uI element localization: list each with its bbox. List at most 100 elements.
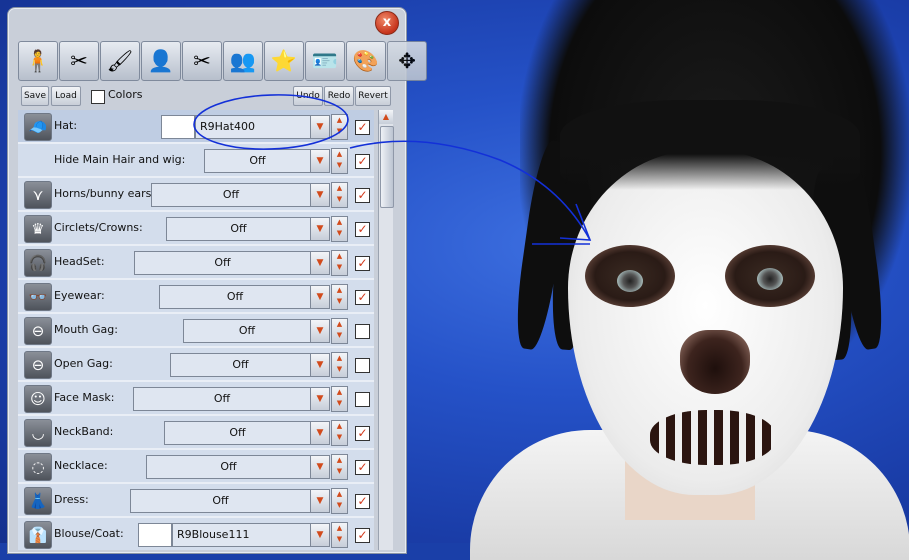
value-stepper[interactable]: ▲ ▼: [331, 318, 348, 344]
accessory-dropdown[interactable]: Off: [164, 421, 311, 445]
redo-button[interactable]: Redo: [324, 86, 354, 106]
accessory-dropdown[interactable]: Off: [146, 455, 311, 479]
makeup-brush-icon[interactable]: 🖌: [100, 41, 140, 81]
body-parts-icon[interactable]: 🧍: [18, 41, 58, 81]
value-stepper[interactable]: ▲ ▼: [331, 216, 348, 242]
stepper-down-icon[interactable]: ▼: [332, 296, 347, 307]
value-stepper[interactable]: ▲ ▼: [331, 182, 348, 208]
value-stepper[interactable]: ▲ ▼: [331, 488, 348, 514]
stepper-down-icon[interactable]: ▼: [332, 194, 347, 205]
stepper-up-icon[interactable]: ▲: [332, 319, 347, 330]
stepper-down-icon[interactable]: ▼: [332, 228, 347, 239]
accessory-dropdown[interactable]: Off: [166, 217, 311, 241]
face-shape-icon[interactable]: 👤: [141, 41, 181, 81]
accessory-dropdown[interactable]: Off: [183, 319, 311, 343]
enable-checkbox[interactable]: ✓: [355, 460, 370, 475]
enable-checkbox[interactable]: ✓: [355, 426, 370, 441]
stepper-up-icon[interactable]: ▲: [332, 217, 347, 228]
stepper-up-icon[interactable]: ▲: [332, 353, 347, 364]
dropdown-arrow-icon[interactable]: ▼: [310, 523, 330, 547]
stepper-down-icon[interactable]: ▼: [332, 466, 347, 477]
stepper-up-icon[interactable]: ▲: [332, 115, 347, 126]
value-stepper[interactable]: ▲ ▼: [331, 352, 348, 378]
list-scrollbar[interactable]: ▲: [378, 110, 394, 550]
scroll-up-arrow[interactable]: ▲: [379, 110, 393, 124]
stepper-down-icon[interactable]: ▼: [332, 160, 347, 171]
enable-checkbox[interactable]: ✓: [355, 222, 370, 237]
stepper-up-icon[interactable]: ▲: [332, 523, 347, 534]
accessory-dropdown[interactable]: Off: [204, 149, 311, 173]
save-button[interactable]: Save: [21, 86, 49, 106]
value-stepper[interactable]: ▲ ▼: [331, 420, 348, 446]
stepper-down-icon[interactable]: ▼: [332, 500, 347, 511]
value-stepper[interactable]: ▲ ▼: [331, 454, 348, 480]
enable-checkbox[interactable]: ✓: [355, 188, 370, 203]
stepper-down-icon[interactable]: ▼: [332, 398, 347, 409]
dropdown-arrow-icon[interactable]: ▼: [310, 387, 330, 411]
accessory-dropdown[interactable]: Off: [151, 183, 311, 207]
value-stepper[interactable]: ▲ ▼: [331, 114, 348, 140]
enable-checkbox[interactable]: ✓: [355, 256, 370, 271]
avatar-mouth: [650, 410, 775, 465]
stepper-down-icon[interactable]: ▼: [332, 330, 347, 341]
value-stepper[interactable]: ▲ ▼: [331, 250, 348, 276]
accessory-dropdown[interactable]: R9Blouse111: [172, 523, 315, 547]
scroll-thumb[interactable]: [380, 126, 394, 208]
dropdown-arrow-icon[interactable]: ▼: [310, 285, 330, 309]
colors-checkbox[interactable]: [91, 90, 105, 104]
stepper-up-icon[interactable]: ▲: [332, 489, 347, 500]
enable-checkbox[interactable]: [355, 358, 370, 373]
value-stepper[interactable]: ▲ ▼: [331, 284, 348, 310]
favorite-heads-icon[interactable]: ⭐: [264, 41, 304, 81]
move-arrows-icon[interactable]: ✥: [387, 41, 427, 81]
tools-icon[interactable]: ✂: [182, 41, 222, 81]
load-button[interactable]: Load: [51, 86, 81, 106]
hair-icon[interactable]: ✂: [59, 41, 99, 81]
stepper-down-icon[interactable]: ▼: [332, 534, 347, 545]
value-stepper[interactable]: ▲ ▼: [331, 386, 348, 412]
stepper-down-icon[interactable]: ▼: [332, 126, 347, 137]
enable-checkbox[interactable]: ✓: [355, 494, 370, 509]
dropdown-arrow-icon[interactable]: ▼: [310, 353, 330, 377]
enable-checkbox[interactable]: [355, 324, 370, 339]
accessory-dropdown[interactable]: R9Hat400: [195, 115, 315, 139]
dropdown-arrow-icon[interactable]: ▼: [310, 319, 330, 343]
accessory-label: Horns/bunny ears:: [54, 187, 156, 200]
dropdown-arrow-icon[interactable]: ▼: [310, 217, 330, 241]
enable-checkbox[interactable]: ✓: [355, 120, 370, 135]
stepper-up-icon[interactable]: ▲: [332, 149, 347, 160]
dropdown-arrow-icon[interactable]: ▼: [310, 455, 330, 479]
dropdown-arrow-icon[interactable]: ▼: [310, 183, 330, 207]
close-button[interactable]: x: [375, 11, 399, 35]
enable-checkbox[interactable]: ✓: [355, 154, 370, 169]
id-card-icon[interactable]: 🪪: [305, 41, 345, 81]
enable-checkbox[interactable]: ✓: [355, 290, 370, 305]
accessory-dropdown[interactable]: Off: [170, 353, 311, 377]
stepper-up-icon[interactable]: ▲: [332, 251, 347, 262]
enable-checkbox[interactable]: [355, 392, 370, 407]
stepper-up-icon[interactable]: ▲: [332, 285, 347, 296]
dropdown-arrow-icon[interactable]: ▼: [310, 489, 330, 513]
stepper-down-icon[interactable]: ▼: [332, 262, 347, 273]
color-palette-icon[interactable]: 🎨: [346, 41, 386, 81]
value-stepper[interactable]: ▲ ▼: [331, 148, 348, 174]
accessory-dropdown[interactable]: Off: [130, 489, 311, 513]
stepper-up-icon[interactable]: ▲: [332, 455, 347, 466]
revert-button[interactable]: Revert: [355, 86, 391, 106]
dropdown-arrow-icon[interactable]: ▼: [310, 251, 330, 275]
stepper-down-icon[interactable]: ▼: [332, 432, 347, 443]
value-stepper[interactable]: ▲ ▼: [331, 522, 348, 548]
stepper-up-icon[interactable]: ▲: [332, 387, 347, 398]
stepper-up-icon[interactable]: ▲: [332, 183, 347, 194]
stepper-down-icon[interactable]: ▼: [332, 364, 347, 375]
accessory-dropdown[interactable]: Off: [133, 387, 311, 411]
dropdown-arrow-icon[interactable]: ▼: [310, 149, 330, 173]
undo-button[interactable]: Undo: [293, 86, 323, 106]
accessory-dropdown[interactable]: Off: [134, 251, 311, 275]
dropdown-arrow-icon[interactable]: ▼: [310, 421, 330, 445]
accessory-dropdown[interactable]: Off: [159, 285, 311, 309]
enable-checkbox[interactable]: ✓: [355, 528, 370, 543]
dropdown-arrow-icon[interactable]: ▼: [310, 115, 330, 139]
heads-icon[interactable]: 👥: [223, 41, 263, 81]
stepper-up-icon[interactable]: ▲: [332, 421, 347, 432]
